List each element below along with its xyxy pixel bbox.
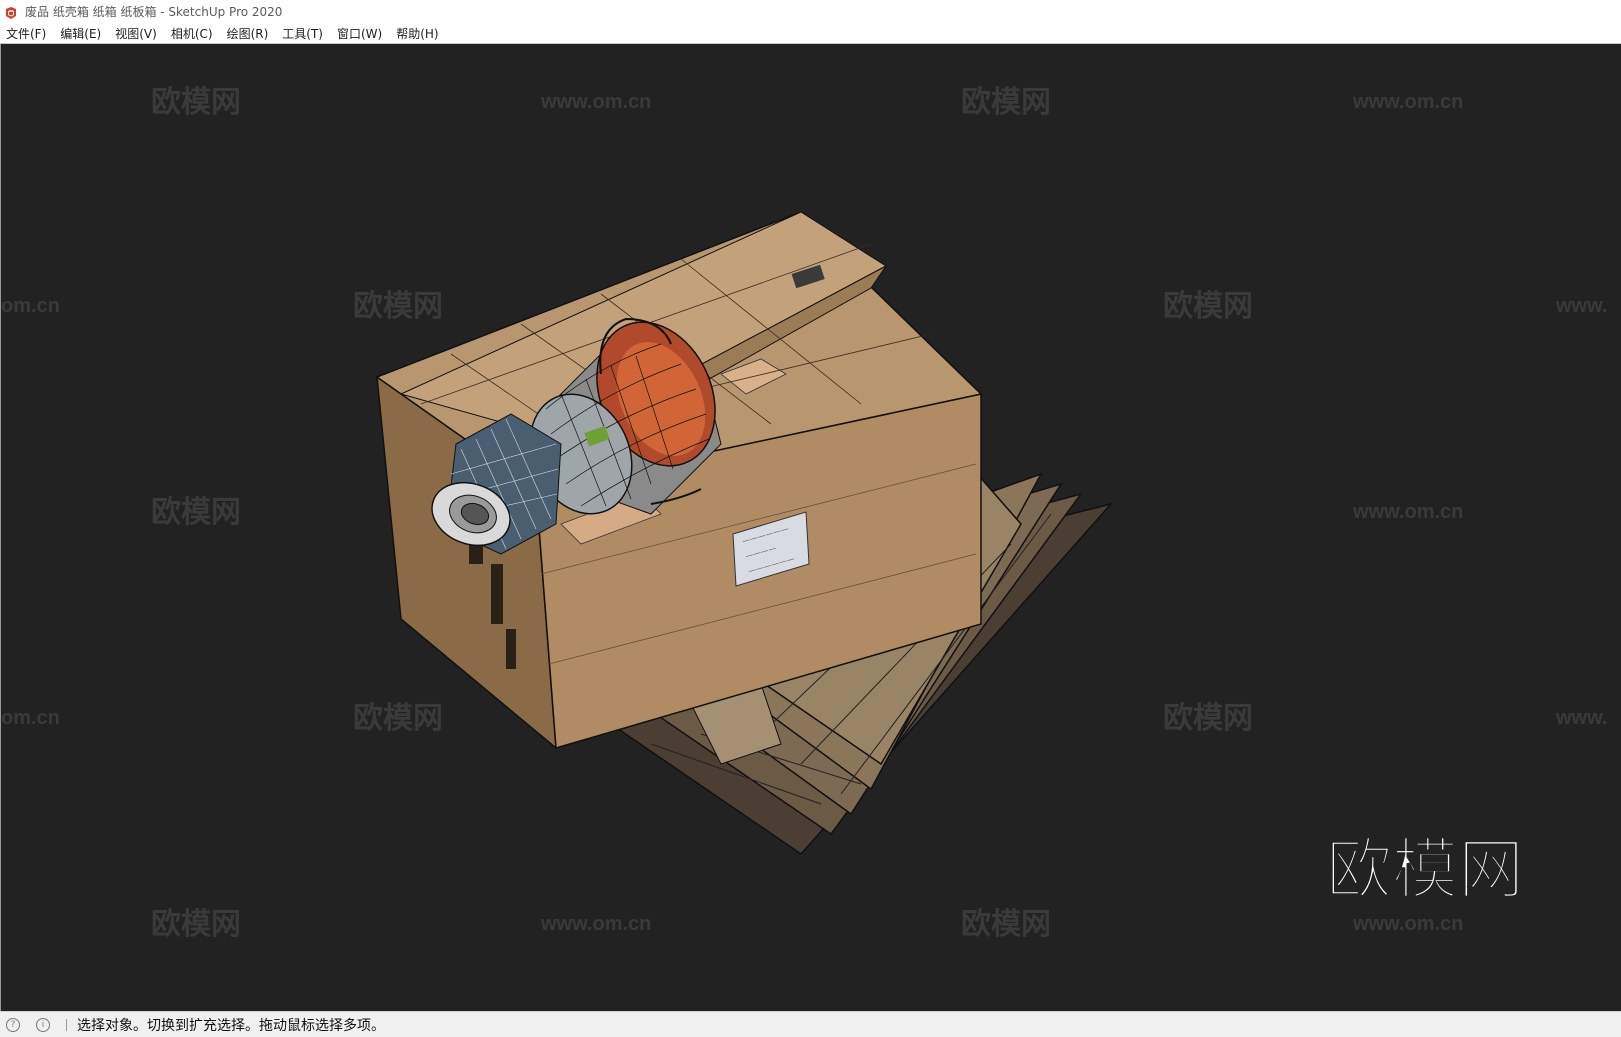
watermark-url: www.om.cn: [1352, 91, 1463, 113]
watermark-cn: 欧模网: [1163, 290, 1253, 323]
watermark-url-partial: om.cn: [1, 707, 60, 729]
title-bar: 废品 纸壳箱 纸箱 纸板箱 - SketchUp Pro 2020: [0, 0, 1621, 23]
watermark-url: www.om.cn: [1352, 501, 1463, 523]
menu-bar: 文件(F) 编辑(E) 视图(V) 相机(C) 绘图(R) 工具(T) 窗口(W…: [0, 23, 1621, 44]
status-bar: ? i 选择对象。切换到扩充选择。拖动鼠标选择多项。: [0, 1011, 1621, 1037]
menu-view[interactable]: 视图(V): [115, 25, 157, 42]
watermark-cn: 欧模网: [151, 496, 241, 529]
brand-logo: 欧模网: [1325, 831, 1525, 907]
watermark-url-partial: om.cn: [1, 295, 60, 317]
watermark-cn: 欧模网: [961, 908, 1051, 941]
menu-file[interactable]: 文件(F): [6, 25, 46, 42]
watermark-url: www.om.cn: [1352, 913, 1463, 935]
info-icon[interactable]: i: [36, 1017, 50, 1032]
menu-camera[interactable]: 相机(C): [171, 25, 213, 42]
status-divider: [66, 1018, 67, 1031]
watermark-cn: 欧模网: [353, 702, 443, 735]
menu-window[interactable]: 窗口(W): [337, 25, 382, 42]
sketchup-icon[interactable]: [4, 5, 18, 19]
geo-location-icon[interactable]: ?: [6, 1017, 20, 1032]
watermark-www-partial: www.: [1555, 707, 1607, 729]
brand-logo-text: 欧模网: [1326, 832, 1524, 906]
watermark-cn: 欧模网: [151, 908, 241, 941]
menu-help[interactable]: 帮助(H): [396, 25, 438, 42]
window-title: 废品 纸壳箱 纸箱 纸板箱 - SketchUp Pro 2020: [25, 5, 283, 19]
watermark-cn: 欧模网: [1163, 702, 1253, 735]
watermark-cn: 欧模网: [961, 86, 1051, 119]
watermark-cn: 欧模网: [353, 290, 443, 323]
watermark-url: www.om.cn: [540, 91, 651, 113]
menu-edit[interactable]: 编辑(E): [60, 25, 101, 42]
menu-draw[interactable]: 绘图(R): [227, 25, 269, 42]
watermark-cn: 欧模网: [151, 86, 241, 119]
watermark-www-partial: www.: [1555, 295, 1607, 317]
menu-tools[interactable]: 工具(T): [282, 25, 323, 42]
status-message: 选择对象。切换到扩充选择。拖动鼠标选择多项。: [77, 1017, 385, 1034]
watermark-url: www.om.cn: [540, 913, 651, 935]
model-viewport[interactable]: 欧模网 www.om.cn 欧模网 www.om.cn om.cn 欧模网 欧模…: [0, 44, 1621, 1011]
